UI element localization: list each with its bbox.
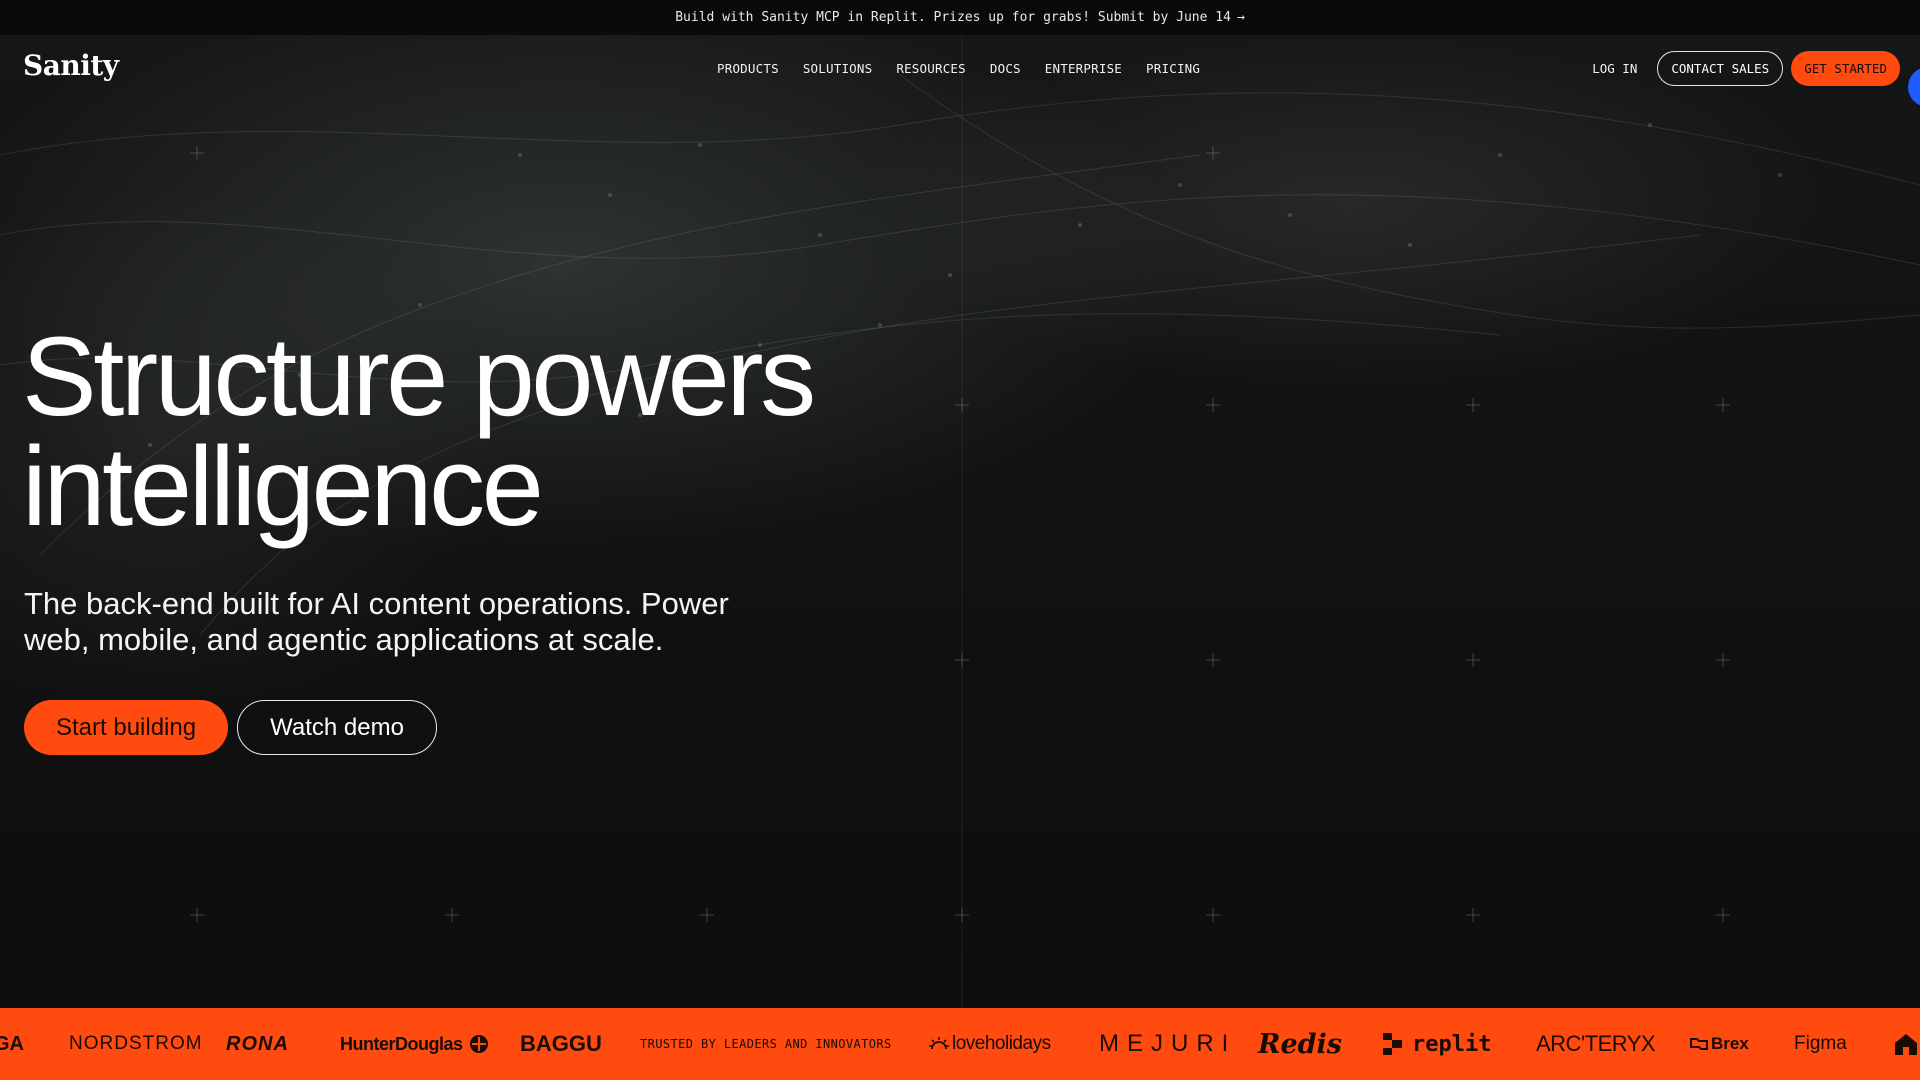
hunter-douglas-mark-icon — [469, 1035, 488, 1053]
hero-headline-line1: Structure powers — [22, 314, 816, 439]
logo-arcteryx: ARC'TERYX — [1536, 1031, 1656, 1056]
hero-headline: Structure powers intelligence — [22, 321, 922, 543]
nav-actions: LOG IN CONTACT SALES GET STARTED — [1592, 35, 1900, 101]
nav-link-solutions[interactable]: SOLUTIONS — [803, 61, 873, 76]
announcement-text: Build with Sanity MCP in Replit. Prizes … — [675, 10, 1231, 25]
logo-replit: replit — [1382, 1008, 1491, 1080]
logo-mejuri: MEJURI — [1099, 1030, 1237, 1057]
logo-loveholidays: loveholidays — [928, 1008, 1051, 1080]
trusted-by-label: TRUSTED BY LEADERS AND INNOVATORS — [640, 1037, 892, 1051]
logo-nordstrom: NORDSTROM — [69, 1033, 203, 1054]
replit-mark-icon — [1383, 1033, 1402, 1055]
logo-figma: Figma — [1794, 1033, 1847, 1054]
watch-demo-button[interactable]: Watch demo — [237, 700, 437, 755]
logo-partial-left: GA — [0, 1032, 24, 1055]
customer-logos-strip: GA NORDSTROM RONA HunterDouglas BAGGU TR… — [0, 1008, 1920, 1080]
home-icon — [1895, 1034, 1917, 1055]
loveholidays-sun-icon — [929, 1037, 949, 1050]
hero-subtitle-line2: web, mobile, and agentic applications at… — [24, 622, 664, 657]
hero-subtitle: The back-end built for AI content operat… — [24, 586, 824, 658]
nav-link-enterprise[interactable]: ENTERPRISE — [1045, 61, 1122, 76]
announcement-bar[interactable]: Build with Sanity MCP in Replit. Prizes … — [0, 0, 1920, 35]
nav-link-products[interactable]: PRODUCTS — [717, 61, 779, 76]
logo-redis: Redis — [1258, 1028, 1342, 1060]
nav-link-resources[interactable]: RESOURCES — [896, 61, 966, 76]
logo-brex-text: Brex — [1711, 1034, 1749, 1053]
logo-brex: Brex — [1690, 1008, 1749, 1080]
logo-hunter-douglas: HunterDouglas — [340, 1008, 489, 1080]
login-link[interactable]: LOG IN — [1592, 61, 1637, 76]
logo-rona: RONA — [226, 1032, 289, 1055]
nav-link-pricing[interactable]: PRICING — [1146, 61, 1200, 76]
contact-sales-button[interactable]: CONTACT SALES — [1657, 50, 1784, 86]
brex-mark-icon — [1690, 1038, 1708, 1050]
logo-replit-text: replit — [1412, 1031, 1492, 1057]
sanity-logo[interactable]: Sanity — [23, 49, 119, 82]
start-building-button[interactable]: Start building — [24, 700, 229, 755]
logo-hunter-douglas-text: HunterDouglas — [340, 1033, 463, 1054]
top-navigation: Sanity PRODUCTS SOLUTIONS RESOURCES DOCS… — [0, 35, 1920, 101]
nav-link-docs[interactable]: DOCS — [990, 61, 1021, 76]
hero-cta-row: Start building Watch demo — [24, 700, 437, 755]
arrow-right-icon: → — [1236, 10, 1245, 25]
logo-loveholidays-text: loveholidays — [952, 1033, 1051, 1054]
logo-baggu: BAGGU — [520, 1031, 602, 1056]
primary-nav-links: PRODUCTS SOLUTIONS RESOURCES DOCS ENTERP… — [717, 35, 1200, 101]
logo-partial-right — [1893, 1008, 1919, 1080]
get-started-button[interactable]: GET STARTED — [1791, 50, 1900, 86]
hero-headline-line2: intelligence — [22, 424, 544, 549]
hero-subtitle-line1: The back-end built for AI content operat… — [24, 586, 729, 621]
